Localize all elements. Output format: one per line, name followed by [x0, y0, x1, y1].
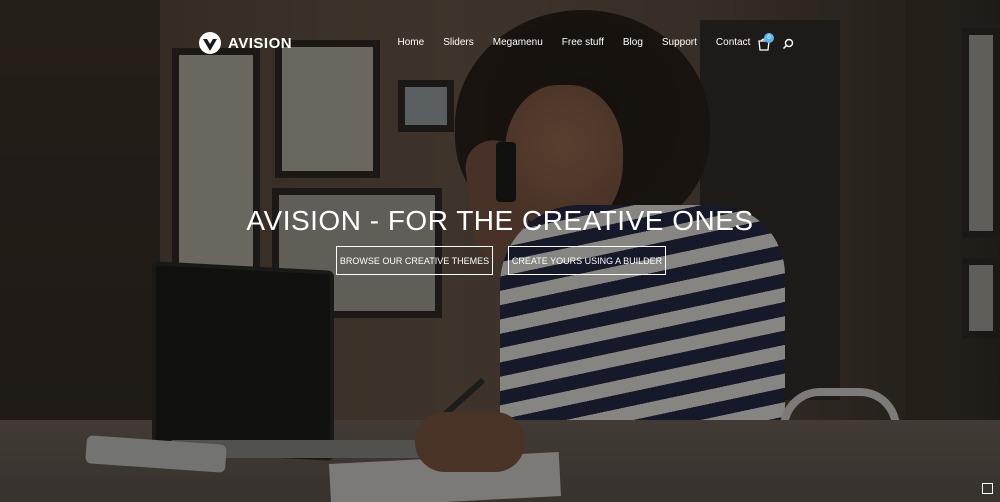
- main-nav: Home Sliders Megamenu Free stuff Blog Su…: [388, 37, 760, 48]
- nav-item-support[interactable]: Support: [652, 37, 706, 48]
- nav-item-megamenu[interactable]: Megamenu: [483, 37, 552, 48]
- site-logo[interactable]: AVISION: [198, 31, 292, 55]
- logo-text: AVISION: [228, 34, 293, 52]
- browse-themes-button[interactable]: BROWSE OUR CREATIVE THEMES: [336, 246, 493, 275]
- nav-item-blog[interactable]: Blog: [613, 37, 652, 48]
- search-icon[interactable]: [782, 38, 794, 50]
- cart-count-badge: 0: [764, 33, 774, 43]
- square-icon[interactable]: [982, 483, 993, 494]
- create-with-builder-button[interactable]: CREATE YOURS USING A BUILDER: [508, 246, 666, 275]
- site-header: AVISION Home Sliders Megamenu Free stuff…: [0, 0, 1000, 88]
- nav-item-home[interactable]: Home: [388, 37, 434, 48]
- nav-item-sliders[interactable]: Sliders: [434, 37, 484, 48]
- nav-item-free-stuff[interactable]: Free stuff: [552, 37, 613, 48]
- hero-title: AVISION - FOR THE CREATIVE ONES: [246, 205, 754, 236]
- logo-icon: [199, 32, 221, 54]
- nav-item-contact[interactable]: Contact: [706, 37, 759, 48]
